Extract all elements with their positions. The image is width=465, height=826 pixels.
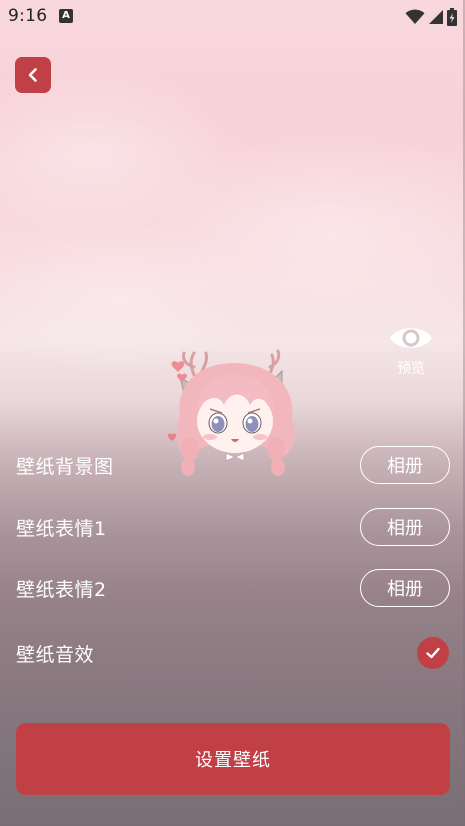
eye-icon <box>390 328 432 348</box>
row-label-sound: 壁纸音效 <box>16 643 95 666</box>
status-bar: 9:16 A <box>0 0 465 34</box>
row-wallpaper-emoji-2: 壁纸表情2 相册 <box>16 567 450 609</box>
back-button[interactable] <box>15 57 51 93</box>
album-button-emoji-2[interactable]: 相册 <box>360 569 450 607</box>
wallpaper-settings-screen: 9:16 A 预览 壁纸背景图 相册 壁纸表情1 相册 壁纸表情2 相册 壁纸音… <box>0 0 465 826</box>
row-wallpaper-background: 壁纸背景图 相册 <box>16 444 450 486</box>
signal-icon <box>429 10 443 24</box>
a-notification-icon: A <box>59 9 73 23</box>
wifi-icon <box>405 9 425 24</box>
status-icons <box>405 7 457 27</box>
album-button-emoji-1[interactable]: 相册 <box>360 508 450 546</box>
status-time: 9:16 <box>8 6 48 26</box>
battery-icon <box>447 8 457 26</box>
row-wallpaper-emoji-1: 壁纸表情1 相册 <box>16 506 450 548</box>
preview-button[interactable]: 预览 <box>383 322 439 378</box>
row-label-background: 壁纸背景图 <box>16 455 114 478</box>
chevron-left-icon <box>28 68 37 82</box>
row-wallpaper-sound: 壁纸音效 <box>16 632 450 674</box>
row-label-emoji-1: 壁纸表情1 <box>16 517 107 540</box>
row-label-emoji-2: 壁纸表情2 <box>16 578 107 601</box>
checkmark-icon <box>426 647 440 659</box>
sound-toggle[interactable] <box>417 637 449 669</box>
album-button-background[interactable]: 相册 <box>360 446 450 484</box>
preview-label: 预览 <box>397 361 425 377</box>
set-wallpaper-button[interactable]: 设置壁纸 <box>16 723 450 795</box>
